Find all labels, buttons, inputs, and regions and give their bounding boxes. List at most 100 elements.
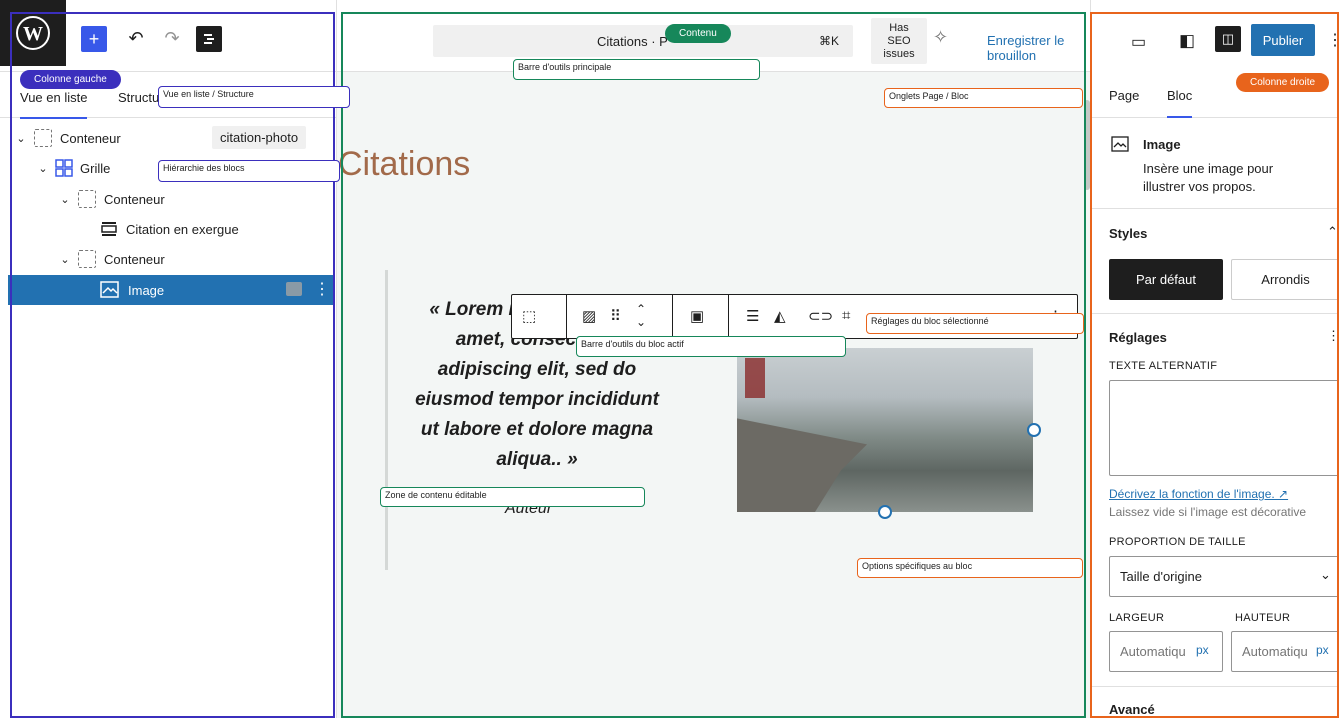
tree-label: Image (128, 282, 165, 298)
tree-row-conteneur-2[interactable]: ⌄ Conteneur (58, 184, 383, 214)
tree-label: Conteneur (104, 251, 165, 267)
divider (1091, 313, 1339, 314)
drag-handle-icon[interactable]: ⠿ (610, 307, 621, 325)
options-icon[interactable]: ⋮ (1327, 30, 1339, 50)
link-icon[interactable]: ⊂⊃ (808, 307, 833, 325)
quote-line: aliqua.. » (496, 449, 578, 470)
ratio-label: PROPORTION DE TAILLE (1109, 536, 1246, 548)
wordpress-logo[interactable]: W (0, 0, 66, 66)
height-unit[interactable]: px (1316, 643, 1329, 657)
jetpack-icon[interactable]: ◧ (1179, 31, 1195, 51)
alt-text-link[interactable]: Décrivez la fonction de l'image. ↗ (1109, 487, 1288, 501)
options-icon[interactable]: ⋮ (1327, 328, 1339, 344)
sidebar-icon: ◫ (1221, 31, 1235, 46)
ratio-select[interactable]: Taille d'origine ⌄ (1109, 556, 1339, 597)
crop-icon[interactable]: ⌗ (842, 307, 850, 324)
image-icon (100, 281, 119, 298)
tree-label: Grille (80, 160, 111, 176)
chevron-down-icon[interactable]: ⌄ (58, 193, 72, 206)
full-width-icon[interactable]: ▣ (690, 307, 704, 325)
styles-title[interactable]: Styles (1109, 226, 1147, 241)
grid-icon (55, 159, 73, 177)
width-label: LARGEUR (1109, 612, 1165, 624)
preview-icon[interactable]: ▭ (1131, 32, 1146, 52)
label-block-options: Options spécifiques au bloc (857, 558, 1083, 578)
tab-bloc[interactable]: Bloc (1167, 88, 1193, 118)
advanced-title[interactable]: Avancé (1109, 702, 1155, 717)
label-block-settings: Réglages du bloc sélectionné (866, 313, 1084, 334)
chevron-down-icon[interactable]: ⌄ (14, 132, 28, 145)
resize-handle-bottom[interactable] (878, 505, 892, 519)
quote-line: eiusmod tempor incididunt (415, 389, 659, 410)
label-editable-zone: Zone de contenu éditable (380, 487, 645, 507)
height-placeholder: Automatiqu (1242, 644, 1308, 659)
tab-list-view[interactable]: Vue en liste (20, 90, 88, 119)
command-palette-bar[interactable]: Citations · P ⌘K (433, 25, 853, 57)
mountain-image[interactable] (737, 348, 1033, 512)
anchor-tag: citation-photo (212, 126, 307, 149)
rock-shape (737, 418, 867, 512)
group-icon (78, 190, 96, 208)
label-tabs: Onglets Page / Bloc (884, 88, 1083, 108)
resize-handle-right[interactable] (1027, 423, 1041, 437)
settings-toggle-button[interactable]: ◫ (1215, 26, 1241, 52)
image-icon[interactable]: ▨ (582, 307, 596, 325)
width-unit[interactable]: px (1196, 643, 1209, 657)
tree-label: Conteneur (104, 191, 165, 207)
toolbar-divider (728, 295, 729, 338)
style-rounded-button[interactable]: Arrondis (1231, 259, 1339, 300)
label-left-column: Colonne gauche (20, 70, 121, 89)
tree-label: Citation en exergue (126, 221, 239, 237)
width-input[interactable]: Automatiqu px (1109, 631, 1223, 672)
align-icon[interactable]: ☰ (746, 307, 759, 325)
block-description: Insère une image pour illustrer vos prop… (1143, 161, 1274, 194)
save-draft-button[interactable]: Enregistrer le brouillon (987, 33, 1090, 63)
chevron-down-icon: ⌄ (1320, 567, 1331, 582)
tab-page[interactable]: Page (1109, 88, 1139, 103)
label-center-column: Contenu (665, 24, 731, 43)
tree-row-conteneur-3[interactable]: ⌄ Conteneur (58, 244, 383, 274)
toolbar-divider (566, 295, 567, 338)
svg-text:W: W (23, 23, 43, 45)
document-overview-button[interactable] (196, 26, 222, 52)
ratio-value: Taille d'origine (1120, 569, 1202, 584)
page-heading[interactable]: Citations (338, 145, 470, 184)
red-ribbons (745, 358, 765, 398)
wordpress-icon: W (16, 16, 50, 50)
style-default-button[interactable]: Par défaut (1109, 259, 1223, 300)
more-options-icon[interactable]: ⋮ (314, 279, 330, 299)
duotone-icon[interactable]: ◭ (774, 307, 786, 325)
parent-block-icon[interactable]: ⬚ (522, 307, 536, 325)
chevron-up-icon[interactable]: ⌃ (1327, 224, 1338, 240)
seo-icon[interactable]: ✧ (933, 27, 948, 48)
list-view-icon (204, 34, 214, 44)
undo-icon[interactable]: ↶ (124, 26, 148, 50)
chevron-down-icon[interactable]: ⌄ (36, 162, 50, 175)
divider (1091, 686, 1339, 687)
label-right-column: Colonne droite (1236, 73, 1330, 92)
height-input[interactable]: Automatiqu px (1231, 631, 1339, 672)
divider (1091, 208, 1339, 209)
label-hierarchy: Hiérarchie des blocs (158, 160, 340, 182)
label-list-view: Vue en liste / Structure (158, 86, 350, 108)
left-topbar: W + ↶ ↷ (0, 0, 337, 72)
redo-icon[interactable]: ↷ (160, 26, 184, 50)
add-block-button[interactable]: + (81, 26, 107, 52)
command-title: Citations · P (597, 34, 668, 49)
width-placeholder: Automatiqu (1120, 644, 1186, 659)
tree-row-image[interactable]: Image ⋮ (8, 275, 333, 305)
move-updown-icon[interactable]: ⌃ ⌄ (636, 303, 646, 329)
right-sidebar: ▭ ◧ ◫ Publier ⋮ Page Bloc Image Insère u… (1090, 0, 1339, 718)
shortcut-label: ⌘K (819, 34, 840, 48)
label-block-toolbar: Barre d'outils du bloc actif (576, 336, 846, 357)
chevron-down-icon[interactable]: ⌄ (58, 253, 72, 266)
image-thumbnail (286, 282, 302, 296)
group-icon (78, 250, 96, 268)
seo-status-button[interactable]: Has SEO issues (871, 18, 927, 64)
image-icon (1111, 136, 1129, 152)
settings-title[interactable]: Réglages (1109, 330, 1167, 345)
group-icon (34, 129, 52, 147)
toolbar-divider (672, 295, 673, 338)
alt-text-input[interactable] (1109, 380, 1339, 476)
publish-button[interactable]: Publier (1251, 24, 1315, 56)
